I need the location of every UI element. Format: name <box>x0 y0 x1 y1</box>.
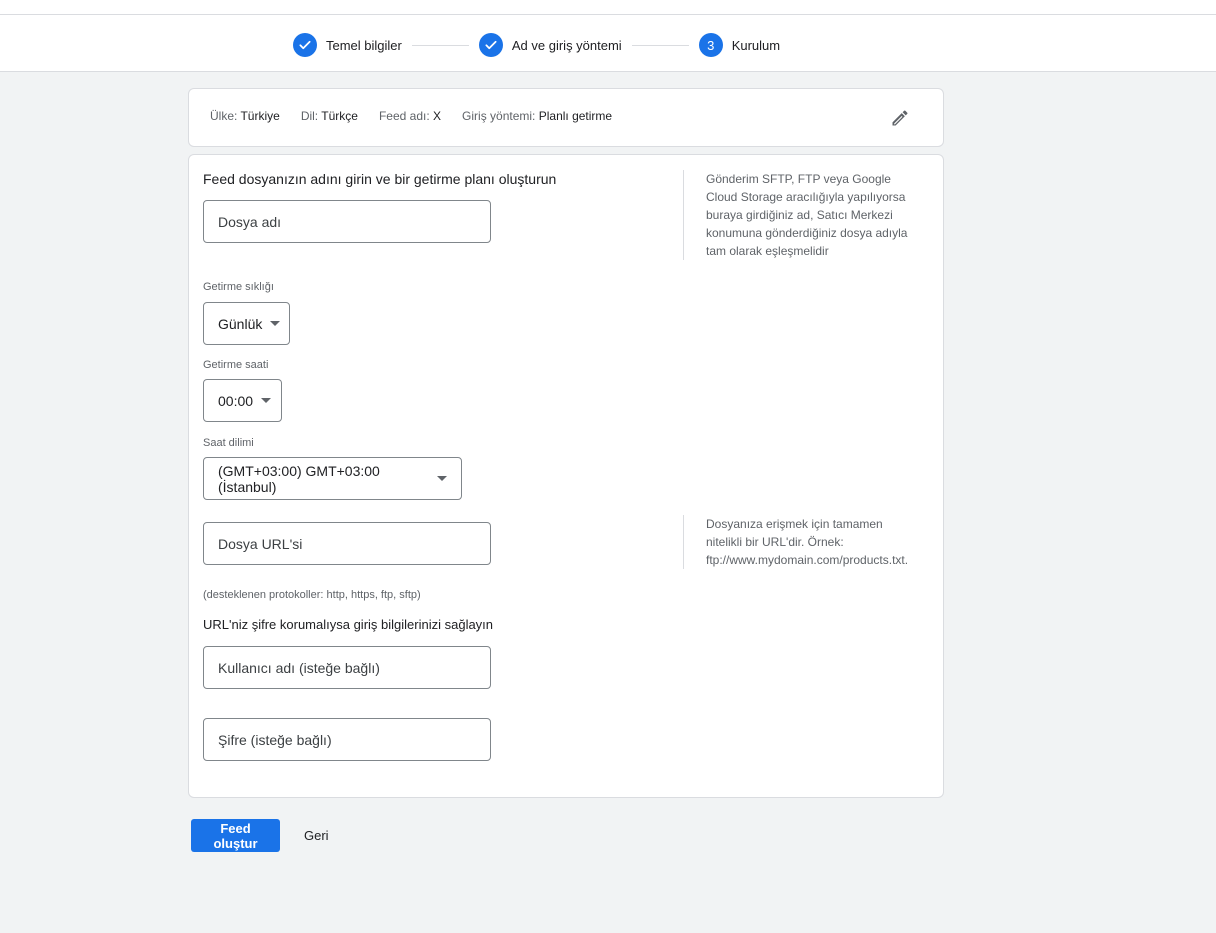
summary-value: X <box>433 109 442 123</box>
timezone-label: Saat dilimi <box>203 437 254 449</box>
summary-items: Ülke: Türkiye Dil: Türkçe Feed adı: X Gi… <box>210 109 633 123</box>
stepper: Temel bilgiler Ad ve giriş yöntemi 3 Kur… <box>293 32 780 58</box>
top-strip <box>0 0 1216 15</box>
step-label: Temel bilgiler <box>326 37 402 53</box>
step-label: Kurulum <box>731 37 781 53</box>
form-title: Feed dosyanızın adını girin ve bir getir… <box>203 171 557 187</box>
summary-key: Giriş yöntemi: <box>462 109 536 123</box>
timezone-value: (GMT+03:00) GMT+03:00 (İstanbul) <box>218 462 380 495</box>
step-number: 3 <box>698 33 723 57</box>
dropdown-arrow-icon <box>270 321 281 326</box>
frequency-label: Getirme sıklığı <box>203 281 274 293</box>
dropdown-arrow-icon <box>437 476 447 481</box>
summary-feed-name: Feed adı: X <box>379 109 441 123</box>
check-icon <box>478 33 503 57</box>
step-label: Ad ve giriş yöntemi <box>511 37 622 53</box>
summary-key: Dil: <box>300 109 319 123</box>
time-value: 00:00 <box>218 392 254 409</box>
summary-value: Planlı getirme <box>538 109 613 123</box>
check-icon <box>293 33 317 57</box>
summary-country: Ülke: Türkiye <box>210 109 280 123</box>
timezone-select[interactable]: (GMT+03:00) GMT+03:00 (İstanbul) <box>203 457 462 500</box>
summary-key: Feed adı: <box>378 109 430 123</box>
file-name-input[interactable] <box>203 200 491 243</box>
step-connector <box>411 44 469 46</box>
back-button[interactable]: Geri <box>298 819 334 852</box>
password-input[interactable] <box>203 718 491 761</box>
summary-card: Ülke: Türkiye Dil: Türkçe Feed adı: X Gi… <box>188 88 944 147</box>
frequency-select[interactable]: Günlük <box>203 302 290 345</box>
step-basic-info: Temel bilgiler <box>293 33 402 57</box>
top-bar: Temel bilgiler Ad ve giriş yöntemi 3 Kur… <box>0 0 1216 72</box>
file-url-input[interactable] <box>203 522 491 565</box>
credentials-title: URL'niz şifre korumalıysa giriş bilgiler… <box>203 617 494 632</box>
pencil-icon[interactable] <box>890 108 910 128</box>
summary-key: Ülke: <box>210 109 238 123</box>
summary-value: Türkiye <box>240 109 280 123</box>
protocols-note: (desteklenen protokoller: http, https, f… <box>203 589 421 601</box>
summary-method: Giriş yöntemi: Planlı getirme <box>462 109 612 123</box>
time-select[interactable]: 00:00 <box>203 379 282 422</box>
step-setup: 3 Kurulum <box>698 33 781 57</box>
feed-setup-form: Feed dosyanızın adını girin ve bir getir… <box>188 154 944 798</box>
time-label: Getirme saati <box>203 359 269 371</box>
file-name-help: Gönderim SFTP, FTP veya Google Cloud Sto… <box>683 170 916 260</box>
step-connector <box>631 44 689 46</box>
summary-language: Dil: Türkçe <box>301 109 358 123</box>
file-url-help: Dosyanıza erişmek için tamamen nitelikli… <box>683 515 916 569</box>
create-feed-button[interactable]: Feed oluştur <box>191 819 280 852</box>
username-input[interactable] <box>203 646 491 689</box>
summary-value: Türkçe <box>321 109 358 123</box>
frequency-value: Günlük <box>218 315 263 332</box>
step-name-method: Ad ve giriş yöntemi <box>478 33 622 57</box>
dropdown-arrow-icon <box>261 398 272 403</box>
